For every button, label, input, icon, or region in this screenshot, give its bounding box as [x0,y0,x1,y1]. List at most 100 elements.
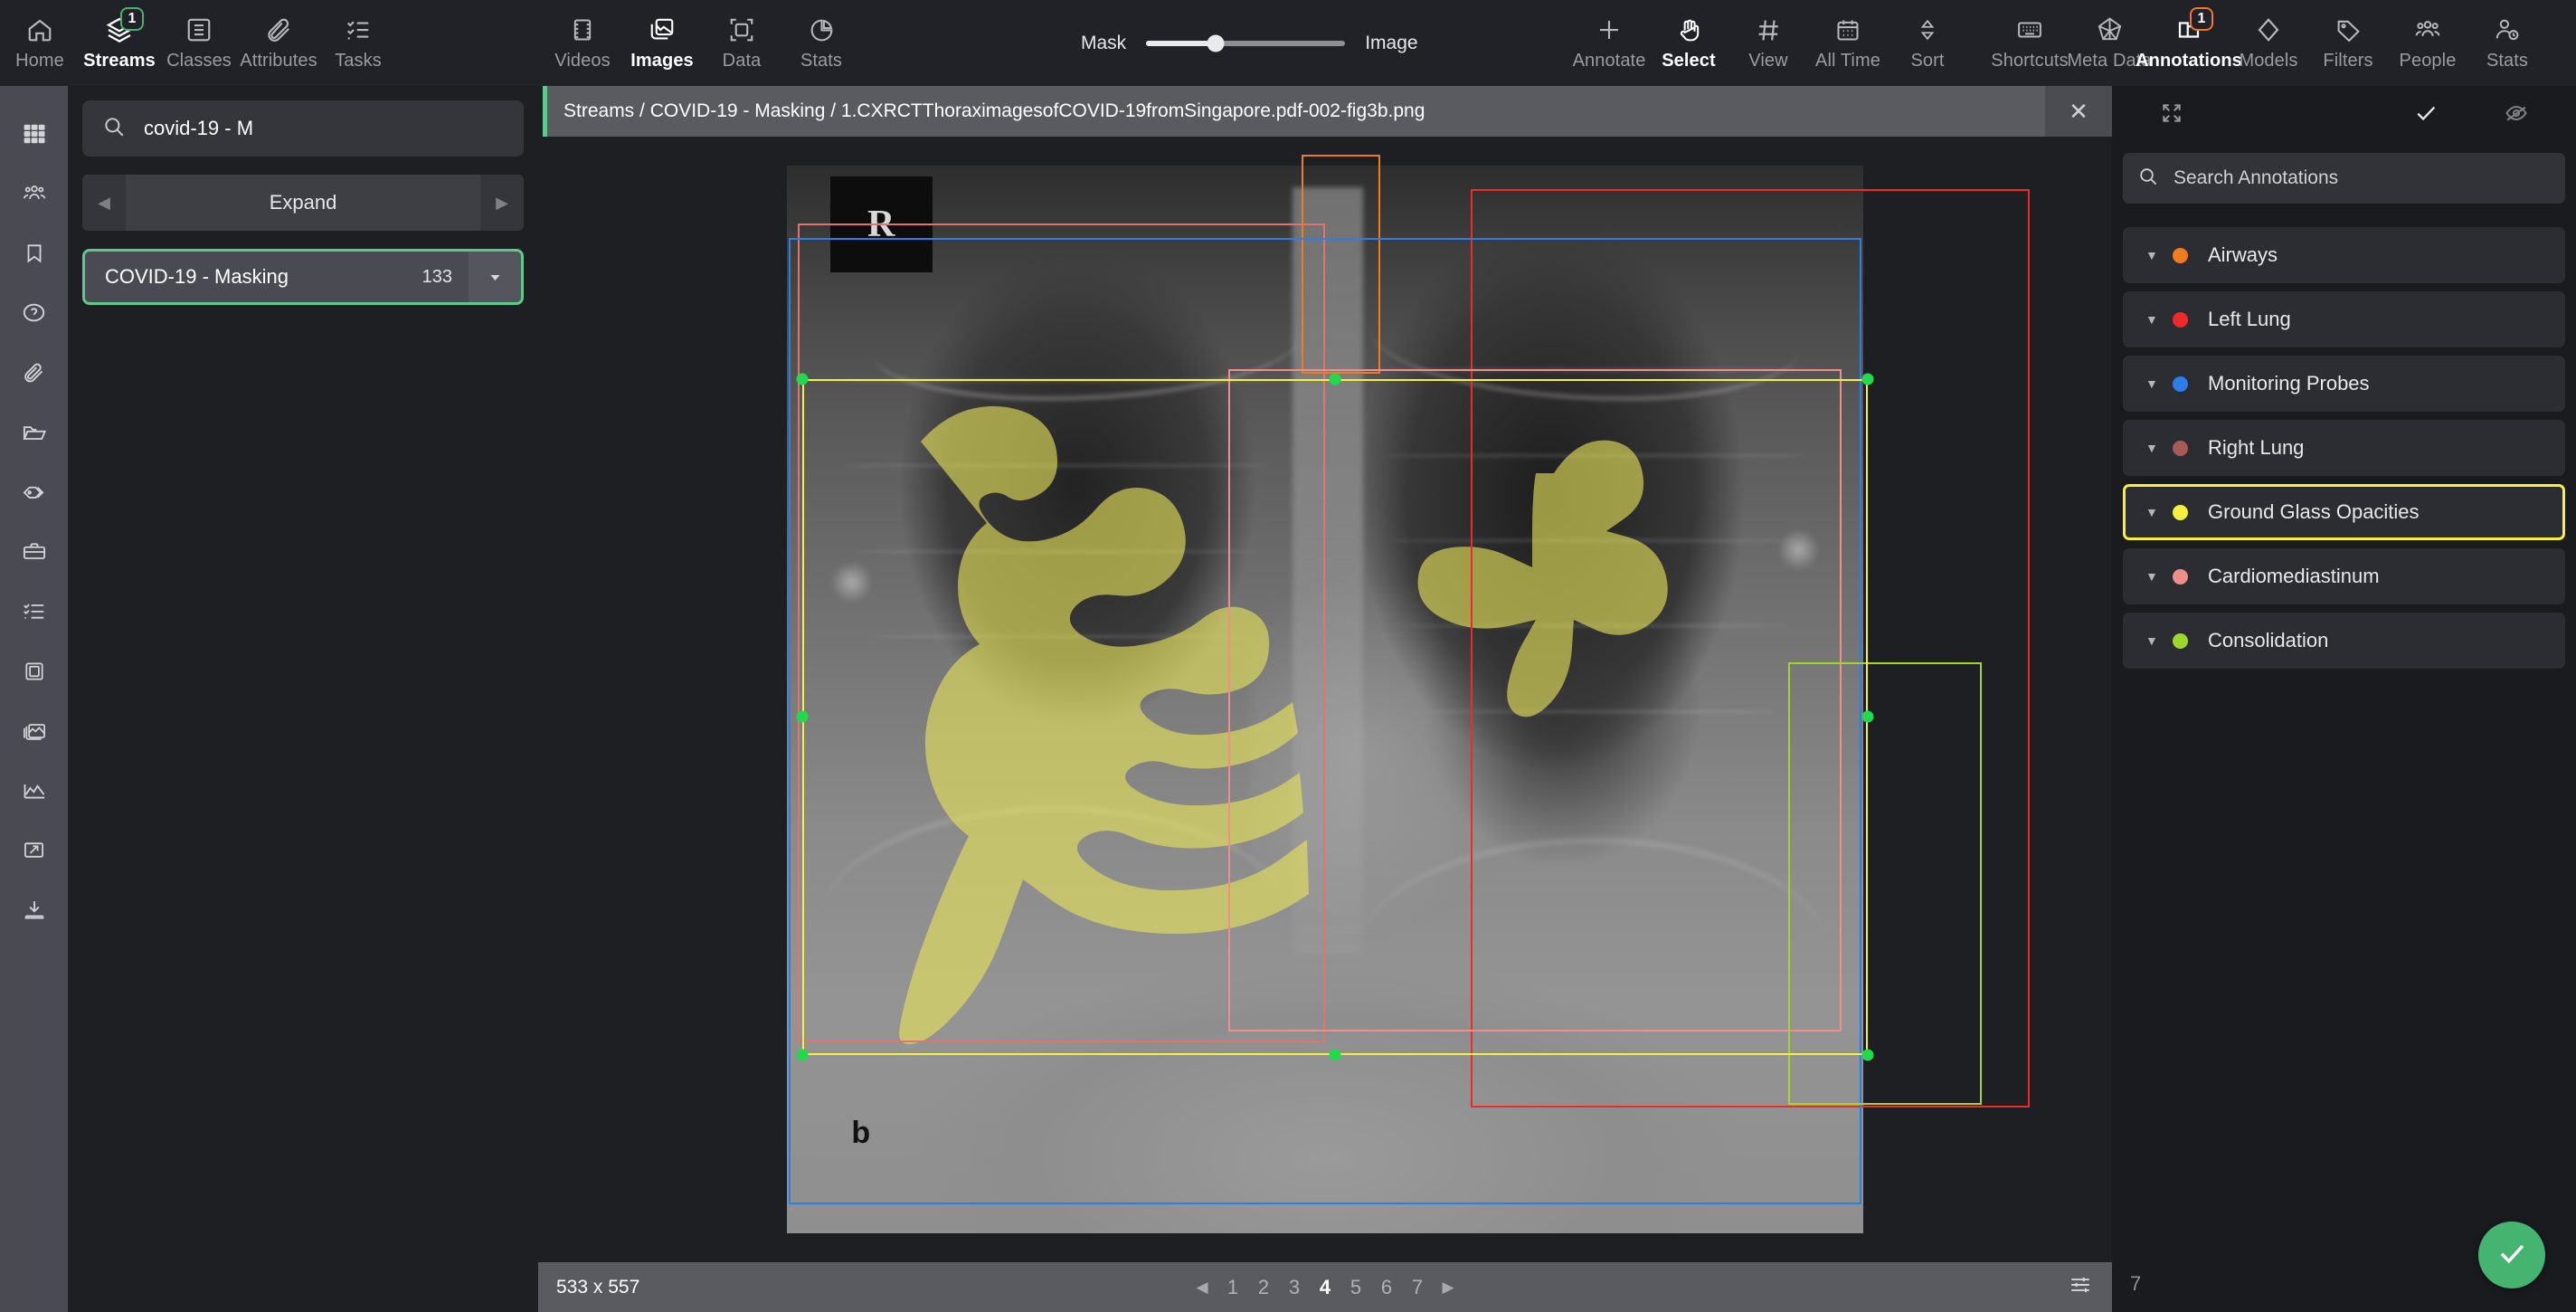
film-icon [567,14,598,45]
rail-item-monitor[interactable] [0,643,68,703]
annotation-row-monitoring-probes[interactable]: ▼ Monitoring Probes [2123,356,2565,412]
page-6[interactable]: 6 [1371,1262,1402,1312]
toolbar-label: Images [630,51,694,71]
toolbar-item-sort[interactable]: Sort [1888,0,1967,86]
page-4[interactable]: 4 [1310,1262,1340,1312]
stream-item-covid-19-masking[interactable]: COVID-19 - Masking 133 [82,249,524,305]
chevron-down-icon[interactable]: ▼ [2145,569,2173,584]
rail-item-people[interactable] [0,166,68,225]
toolbar-item-annotations[interactable]: 1 Annotations [2149,0,2229,86]
toolbar-item-view[interactable]: View [1728,0,1808,86]
image-workspace: Streams / COVID-19 - Masking / 1.CXRCTTh… [538,86,2112,1312]
toolbar-item-images[interactable]: Images [622,0,702,86]
stream-count: 133 [422,252,469,302]
toolbar-item-meta-data[interactable]: Meta Data [2069,0,2149,86]
resize-handle[interactable] [1329,1049,1340,1060]
display-settings-button[interactable] [2049,1262,2112,1312]
tags-icon [22,480,47,509]
close-icon[interactable]: ✕ [2045,86,2112,137]
sliders-icon [2069,1273,2092,1301]
page-1[interactable]: 1 [1217,1262,1248,1312]
monitor-icon [23,660,46,688]
rail-item-folder[interactable] [0,404,68,464]
rail-item-help[interactable] [0,285,68,345]
annotation-row-cardiomediastinum[interactable]: ▼ Cardiomediastinum [2123,548,2565,604]
toolbar-item-shortcuts[interactable]: Shortcuts [1990,0,2069,86]
resize-handle[interactable] [1329,374,1340,385]
rail-item-tasks[interactable] [0,584,68,643]
toolbar-item-attributes[interactable]: Attributes [239,0,318,86]
rail-item-briefcase[interactable] [0,524,68,584]
chevron-down-icon[interactable]: ▼ [2145,376,2173,391]
resize-handle[interactable] [796,374,808,385]
annotated-image[interactable]: R b [787,166,1863,1233]
expand-next-button[interactable]: ▶ [480,175,524,231]
toolbar-item-select[interactable]: Select [1649,0,1728,86]
toolbar-label: Annotations [2136,51,2242,71]
chevron-down-icon[interactable]: ▼ [2145,312,2173,327]
toolbar-item-models[interactable]: Models [2229,0,2308,86]
page-next-button[interactable]: ▶ [1433,1262,1463,1312]
annotation-row-left-lung[interactable]: ▼ Left Lung [2123,291,2565,347]
expand-button[interactable]: Expand [126,175,480,231]
page-5[interactable]: 5 [1340,1262,1371,1312]
annotation-search-input[interactable] [2174,167,2551,189]
toolbar-item-streams[interactable]: 1 Streams [80,0,159,86]
rail-item-bookmark[interactable] [0,225,68,285]
chevron-down-icon[interactable]: ▼ [2145,248,2173,262]
rail-item-download[interactable] [0,882,68,942]
hide-all-button[interactable] [2491,90,2542,140]
toolbar-item-tasks[interactable]: Tasks [318,0,398,86]
page-7[interactable]: 7 [1402,1262,1433,1312]
resize-handle[interactable] [1861,374,1873,385]
chevron-down-icon[interactable]: ▼ [2145,441,2173,455]
annotation-row-ground-glass-opacities[interactable]: ▼ Ground Glass Opacities [2123,484,2565,540]
image-viewport[interactable]: R b [538,137,2112,1262]
annotation-search[interactable] [2123,153,2565,204]
rail-item-gallery[interactable] [0,703,68,763]
chevron-down-icon[interactable]: ▼ [2145,505,2173,519]
toolbar-item-stats-media[interactable]: Stats [781,0,861,86]
keyboard-icon [2014,14,2045,45]
toolbar-item-annotate[interactable]: Annotate [1569,0,1649,86]
rail-item-grid[interactable] [0,106,68,166]
resize-handle[interactable] [1861,710,1873,722]
resize-handle[interactable] [796,1049,808,1060]
toolbar-item-data[interactable]: Data [702,0,781,86]
rail-item-tags[interactable] [0,464,68,524]
rail-item-chart[interactable] [0,763,68,822]
bbox-ground-glass-opacities[interactable] [802,379,1868,1055]
toolbar-item-classes[interactable]: Classes [159,0,239,86]
page-prev-button[interactable]: ◀ [1187,1262,1217,1312]
annotation-row-right-lung[interactable]: ▼ Right Lung [2123,420,2565,476]
search-input[interactable] [144,117,504,140]
toolbar-item-people[interactable]: People [2388,0,2467,86]
page-3[interactable]: 3 [1279,1262,1310,1312]
annotation-row-airways[interactable]: ▼ Airways [2123,227,2565,283]
expand-prev-button[interactable]: ◀ [82,175,126,231]
expand-all-button[interactable] [2146,90,2197,140]
toolbar-item-stats-far[interactable]: Stats [2467,0,2547,86]
annotation-icon: 1 [2174,14,2204,45]
page-2[interactable]: 2 [1248,1262,1279,1312]
resize-handle[interactable] [1861,1049,1873,1060]
toolbar-item-all-time[interactable]: All Time [1808,0,1888,86]
toolbar-item-videos[interactable]: Videos [543,0,622,86]
mask-image-slider[interactable] [1146,41,1345,46]
annotation-class-list: ▼ Airways ▼ Left Lung ▼ Monitoring Probe… [2112,227,2576,669]
slider-knob[interactable] [1208,34,1225,52]
stream-search[interactable] [82,100,524,157]
chevron-down-icon[interactable] [469,252,521,302]
save-annotations-button[interactable] [2478,1222,2545,1288]
rail-item-export[interactable] [0,822,68,882]
annotation-row-consolidation[interactable]: ▼ Consolidation [2123,613,2565,669]
resize-handle[interactable] [796,710,808,722]
image-status-bar: 533 x 557 ◀ 1 2 3 4 5 6 7 ▶ [538,1262,2112,1312]
rail-item-attachments[interactable] [0,345,68,404]
search-icon [2137,166,2159,192]
toolbar-item-home[interactable]: Home [0,0,80,86]
chevron-down-icon[interactable]: ▼ [2145,633,2173,648]
toolbar-item-filters[interactable]: Filters [2308,0,2388,86]
grid-icon [23,122,46,150]
confirm-button[interactable] [2401,90,2451,140]
